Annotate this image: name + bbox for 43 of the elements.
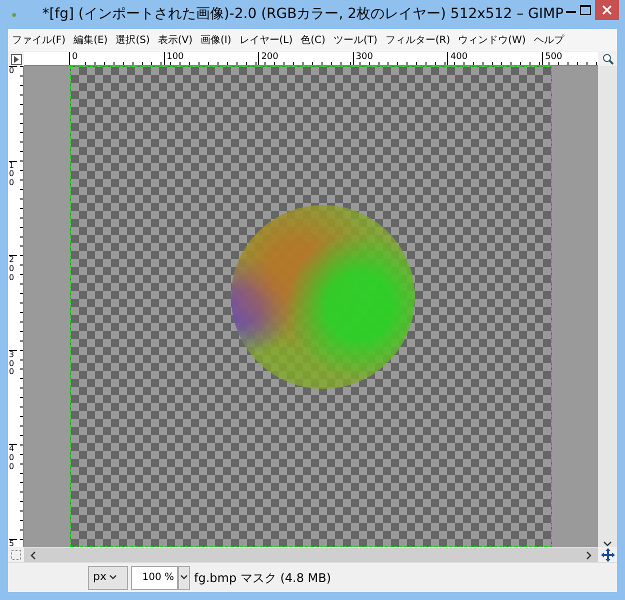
ruler-label: 100	[9, 160, 17, 188]
maximize-icon	[580, 5, 592, 15]
scroll-right-icon[interactable]	[586, 550, 592, 560]
menu-item[interactable]: 画像(I)	[196, 32, 236, 48]
ruler-label: 300	[352, 52, 373, 65]
quick-mask-icon[interactable]	[10, 548, 22, 560]
caret-icon	[108, 575, 116, 580]
close-icon	[602, 5, 612, 15]
vertical-scrollbar[interactable]	[598, 66, 617, 547]
menu-item[interactable]: ツール(T)	[329, 32, 382, 48]
menu-item[interactable]: 色(C)	[296, 32, 330, 48]
menu-item[interactable]: フィルター(R)	[381, 32, 454, 48]
menu-item[interactable]: ヘルプ	[530, 32, 568, 48]
ruler-label: 400	[447, 52, 468, 65]
caret-icon	[180, 575, 188, 580]
zoom-field[interactable]: 100 %	[131, 566, 178, 590]
ruler-label: 300	[9, 350, 17, 378]
menu-item[interactable]: レイヤー(L)	[235, 32, 297, 48]
scroll-left-icon[interactable]	[30, 550, 36, 560]
ruler-label: 200	[258, 52, 278, 65]
ruler-label: 0	[69, 52, 78, 65]
zoom-icon[interactable]	[602, 53, 614, 65]
close-button[interactable]	[594, 0, 619, 20]
unit-label: px	[93, 569, 106, 586]
navigate-icon[interactable]	[600, 548, 614, 562]
unit-dropdown[interactable]: px	[88, 566, 128, 590]
menu-item[interactable]: ファイル(F)	[8, 32, 70, 48]
menu-item[interactable]: ウィンドウ(W)	[454, 32, 530, 48]
ruler-label: 200	[9, 255, 17, 283]
menu-item[interactable]: 編集(E)	[70, 32, 112, 48]
app-icon	[12, 10, 16, 18]
menu-item[interactable]: 表示(V)	[154, 32, 196, 48]
menu-item[interactable]: 選択(S)	[112, 32, 154, 48]
ruler-label: 400	[9, 444, 17, 472]
ruler-label: 0	[9, 66, 17, 76]
status-message: fg.bmp マスク (4.8 MB)	[194, 570, 332, 586]
zoom-dropdown-button[interactable]	[178, 566, 190, 590]
ruler-label: 500	[542, 52, 562, 65]
horizontal-scrollbar[interactable]	[24, 547, 598, 562]
scroll-down-icon[interactable]	[603, 541, 612, 547]
menu-arrow-icon[interactable]	[10, 54, 22, 64]
window-title: *[fg] (インポートされた画像)-2.0 (RGBカラー, 2枚のレイヤー) 512x512 – GIMP	[42, 5, 564, 24]
ruler-label: 100	[164, 52, 184, 65]
